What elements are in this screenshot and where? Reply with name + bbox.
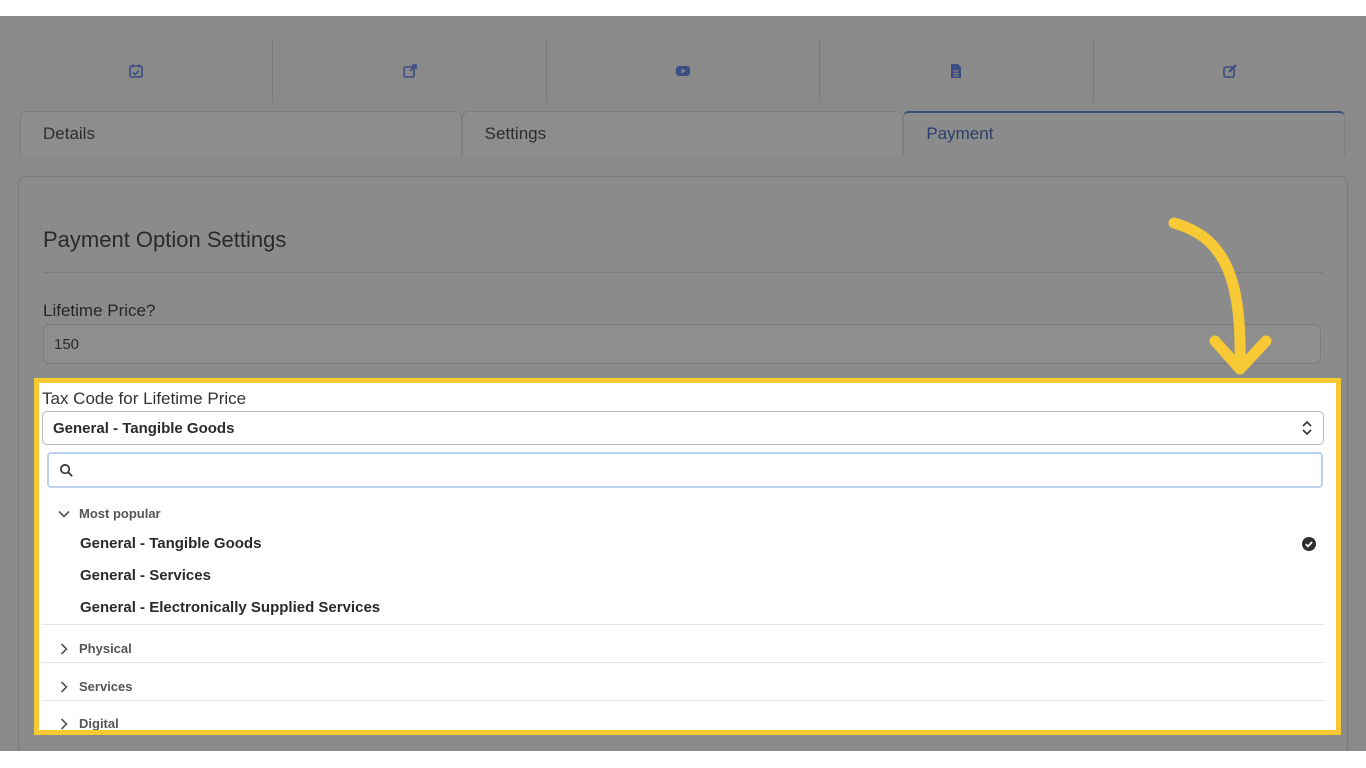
group-most-popular[interactable]: Most popular (57, 506, 161, 521)
tab-payment[interactable]: Payment (903, 111, 1346, 155)
divider (43, 272, 1323, 273)
tax-code-select[interactable]: General - Tangible Goods (42, 411, 1324, 445)
group-label: Physical (79, 641, 132, 656)
group-physical[interactable]: Physical (57, 641, 132, 656)
video-play-icon (676, 66, 691, 76)
chevron-right-icon (60, 680, 68, 693)
option-tangible-goods[interactable]: General - Tangible Goods (80, 535, 261, 552)
toolbar-cell-document[interactable] (820, 40, 1094, 102)
edit-icon (1223, 64, 1237, 78)
dropdown-search (47, 452, 1323, 488)
toolbar-cell-external[interactable] (273, 40, 547, 102)
toolbar (0, 40, 1366, 102)
tax-code-highlight: Tax Code for Lifetime Price General - Ta… (34, 378, 1341, 735)
option-services[interactable]: General - Services (80, 567, 211, 584)
toolbar-cell-edit[interactable] (1094, 40, 1366, 102)
lifetime-price-label: Lifetime Price? (43, 301, 156, 320)
search-icon (60, 463, 73, 477)
group-digital[interactable]: Digital (57, 716, 119, 731)
separator (42, 700, 1324, 701)
dropdown-search-input[interactable] (80, 460, 1321, 480)
chevron-down-icon (58, 510, 70, 518)
group-label: Digital (79, 716, 119, 731)
tab-details[interactable]: Details (20, 111, 462, 155)
calendar-check-icon (129, 64, 144, 78)
check-circle-icon (1302, 537, 1316, 551)
tax-code-selected-value: General - Tangible Goods (53, 419, 235, 437)
lifetime-price-input[interactable]: 150 (43, 324, 1321, 364)
chevron-right-icon (60, 642, 68, 655)
callout-arrow-icon (1168, 217, 1272, 375)
option-electronically-supplied[interactable]: General - Electronically Supplied Servic… (80, 599, 380, 616)
group-label: Most popular (79, 506, 161, 521)
separator (42, 662, 1324, 663)
section-title: Payment Option Settings (43, 227, 287, 252)
toolbar-cell-video[interactable] (547, 40, 821, 102)
tax-code-label: Tax Code for Lifetime Price (42, 389, 247, 408)
document-icon (951, 64, 962, 78)
select-caret-icon (1302, 420, 1312, 436)
tab-settings[interactable]: Settings (461, 111, 904, 155)
chevron-right-icon (60, 717, 68, 730)
toolbar-cell-calendar[interactable] (0, 40, 274, 102)
group-label: Services (79, 679, 133, 694)
external-link-icon (402, 64, 417, 78)
group-services[interactable]: Services (57, 679, 133, 694)
separator (42, 624, 1324, 625)
tab-bar: Details Settings Payment (20, 111, 1346, 155)
